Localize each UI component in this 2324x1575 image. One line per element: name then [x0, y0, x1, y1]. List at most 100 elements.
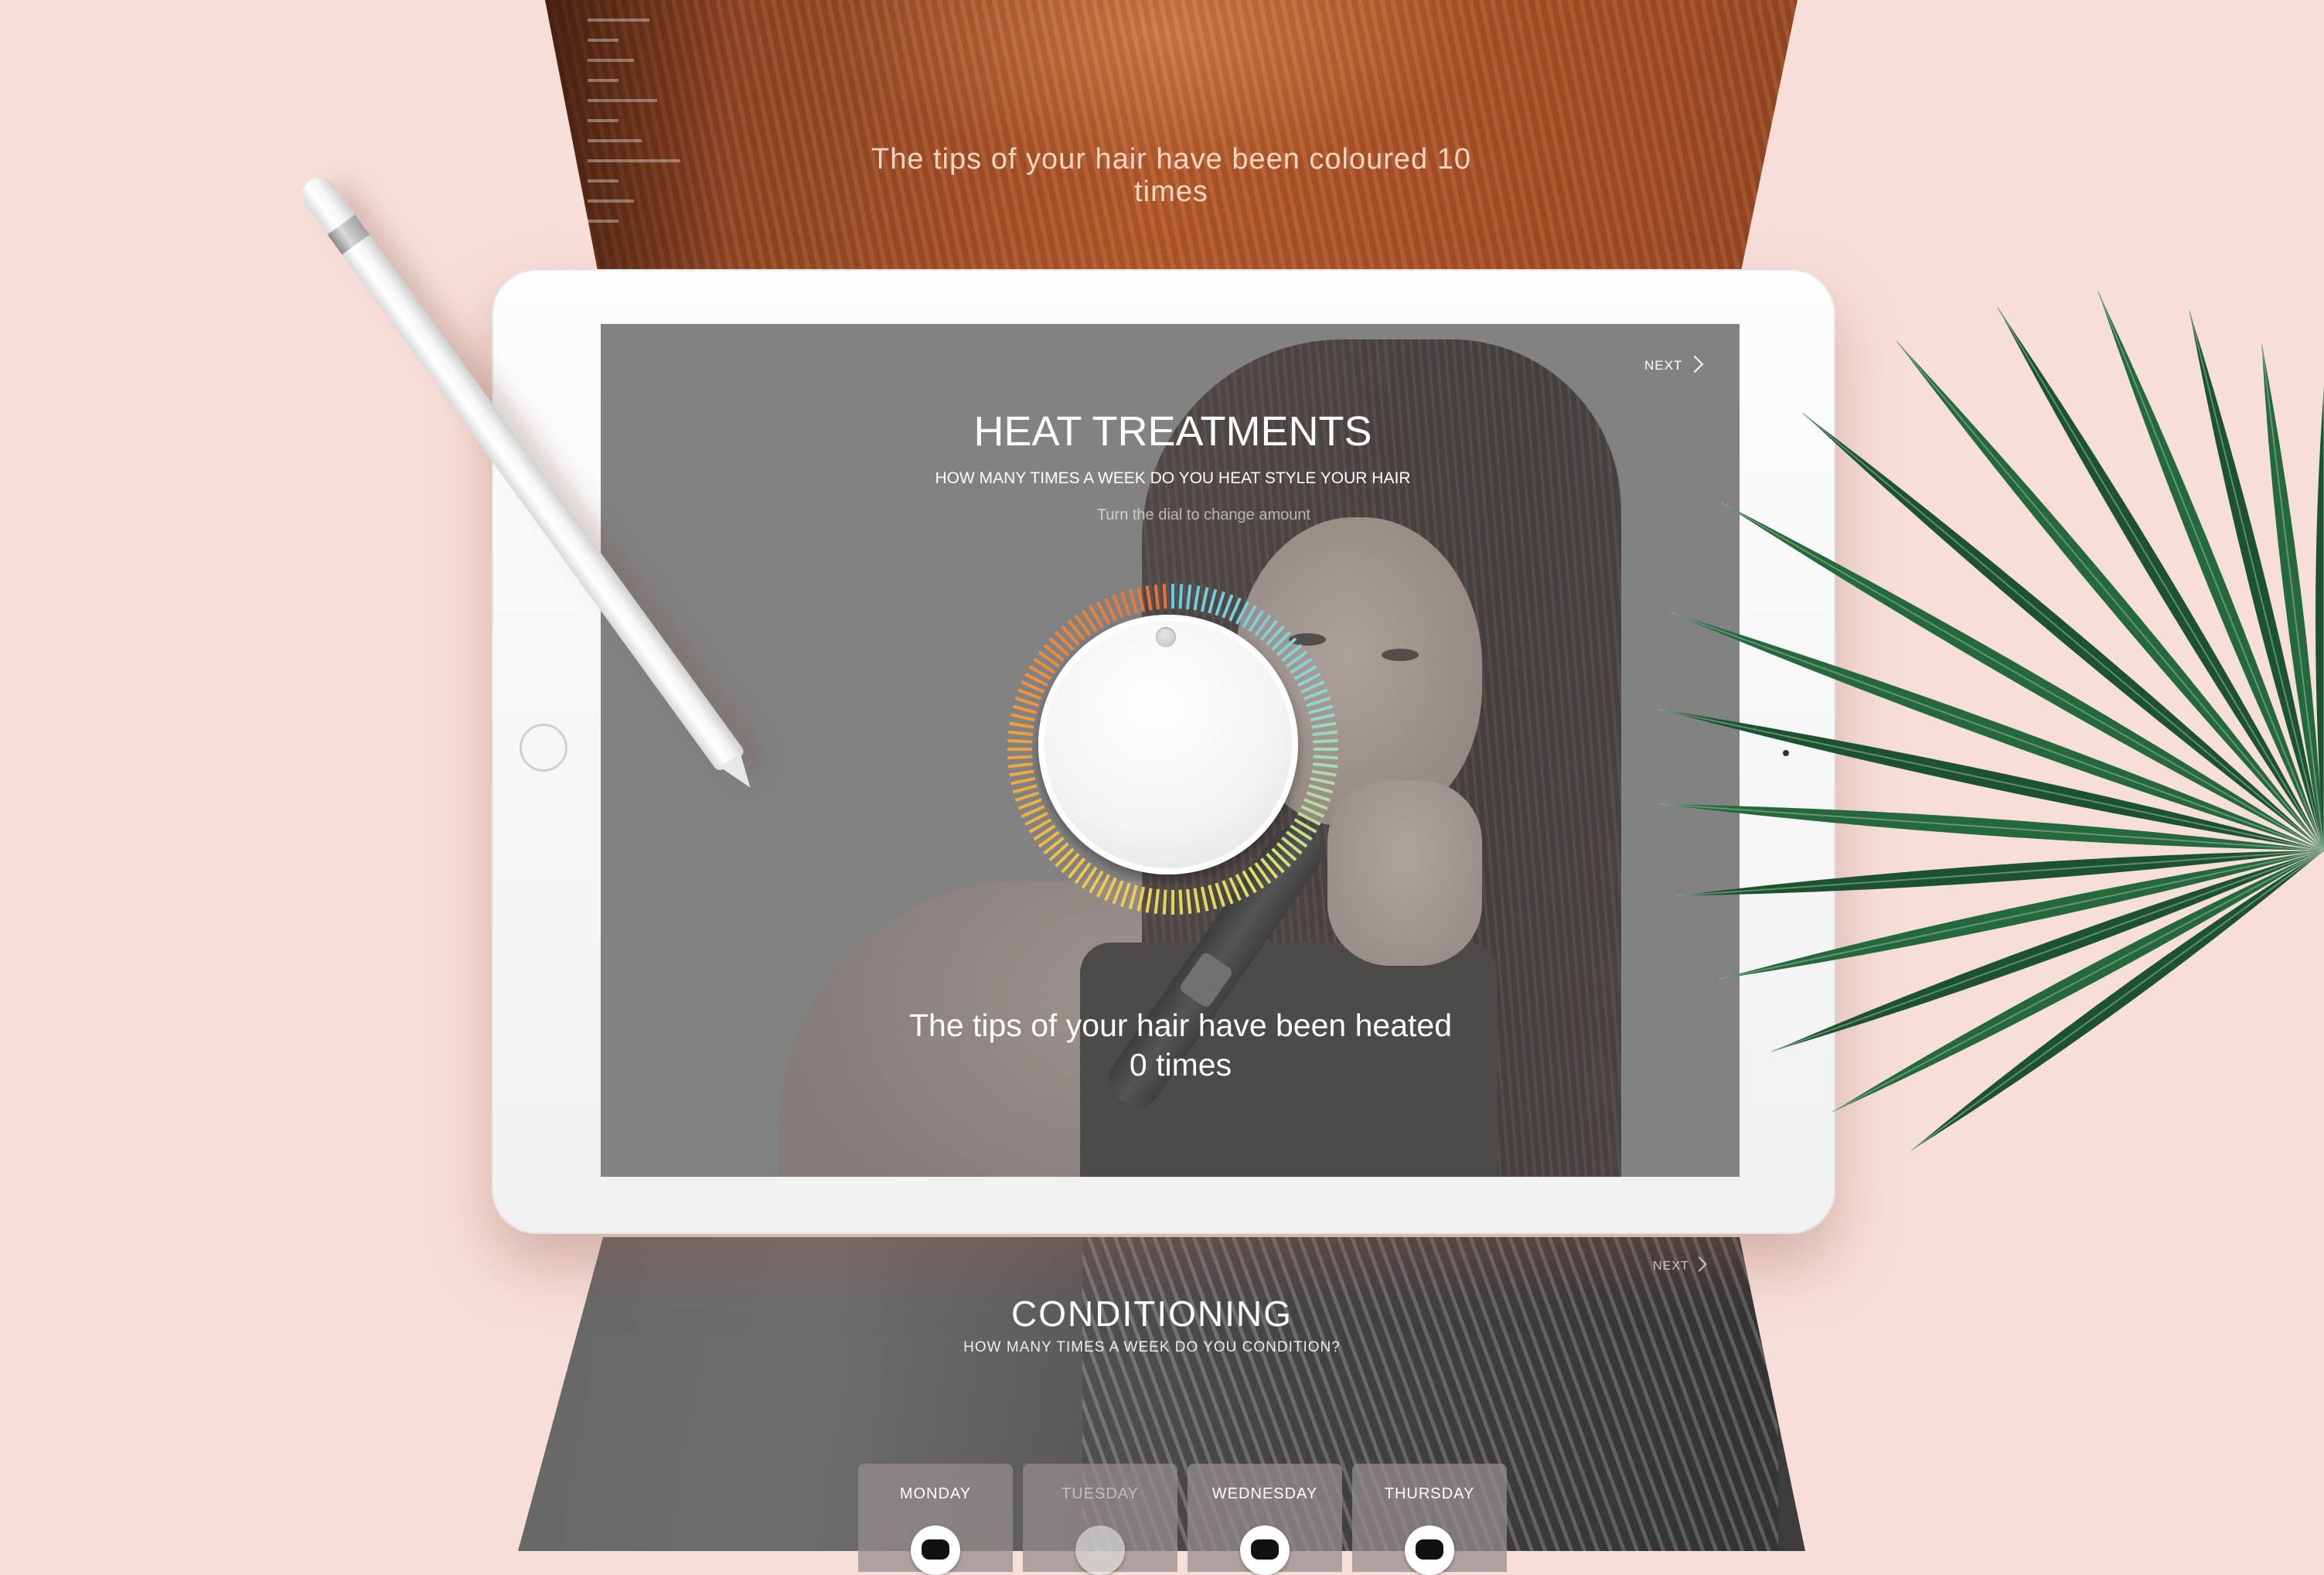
- dial-tick: [1200, 587, 1209, 612]
- dial-tick: [1119, 882, 1131, 908]
- previous-result-text: The tips of your hair have been coloured…: [871, 143, 1472, 208]
- dial-tick: [1162, 889, 1167, 915]
- dial-tick: [1310, 713, 1335, 722]
- dial-tick: [1215, 591, 1226, 616]
- toggle-knob[interactable]: [1075, 1526, 1125, 1575]
- dial-tick: [1007, 738, 1033, 744]
- dial-tick: [1215, 882, 1226, 908]
- dial-tick: [1308, 784, 1334, 794]
- dial-tick: [1313, 755, 1338, 760]
- palm-frond: [1997, 307, 2324, 851]
- dial-tick: [1112, 880, 1124, 905]
- page-title: HEAT TREATMENTS: [973, 408, 1372, 455]
- palm-frond: [2097, 291, 2324, 851]
- dial-tick: [1007, 755, 1033, 760]
- dial-tick: [1193, 585, 1201, 611]
- result-line-1: The tips of your hair have been heated: [908, 1007, 1453, 1043]
- palm-frond: [1771, 851, 2324, 1052]
- dial-tick: [1010, 713, 1036, 722]
- palm-rib: [1832, 850, 2324, 1113]
- dial-tick: [1012, 704, 1038, 714]
- dial-tick: [1303, 798, 1328, 810]
- dial-tick: [1014, 791, 1040, 803]
- dial-tick: [1007, 762, 1034, 769]
- toggle-knob[interactable]: [911, 1526, 960, 1575]
- palm-rib: [1910, 850, 2324, 1151]
- day-label: WEDNESDAY: [1211, 1485, 1318, 1502]
- dial-tick: [1313, 738, 1338, 744]
- dial-tick: [1007, 730, 1034, 736]
- home-button[interactable]: [520, 724, 567, 772]
- dial-tick: [1153, 584, 1160, 610]
- dial-tick: [1009, 721, 1034, 729]
- dial-tick: [1012, 784, 1038, 794]
- day-toggle-tuesday[interactable]: TUESDAY: [1023, 1464, 1177, 1575]
- dial-tick: [1009, 769, 1034, 777]
- dial-tick: [1128, 588, 1138, 614]
- day-toggle-thursday[interactable]: THURSDAY: [1352, 1464, 1507, 1575]
- dial-tick: [1312, 762, 1338, 769]
- tablet-screen: NEXT HEAT TREATMENTS HOW MANY TIMES A WE…: [601, 324, 1740, 1177]
- chevron-right-icon: [1691, 1256, 1707, 1272]
- pencil-band: [327, 214, 370, 255]
- palm-rib: [1996, 306, 2324, 851]
- conditioning-question: HOW MANY TIMES A WEEK DO YOU CONDITION?: [963, 1339, 1341, 1355]
- dial-tick: [1222, 880, 1234, 905]
- dial-tick: [1178, 584, 1184, 609]
- dial-tick: [1308, 704, 1334, 714]
- dial-tick: [1017, 688, 1042, 701]
- dial-tick: [1119, 591, 1131, 616]
- dial-tick: [1200, 886, 1209, 912]
- dial-tick: [1162, 584, 1167, 609]
- dial-tick: [1017, 798, 1042, 810]
- palm-rib: [2097, 291, 2324, 851]
- day-toggle-wednesday[interactable]: WEDNESDAY: [1188, 1464, 1342, 1575]
- conditioning-title: CONDITIONING: [1011, 1294, 1293, 1334]
- dial-ruler: [588, 8, 680, 240]
- day-toggle-monday[interactable]: MONDAY: [858, 1464, 1013, 1575]
- dial-tick: [1136, 886, 1146, 912]
- amount-dial[interactable]: [1038, 615, 1298, 874]
- dial-tick: [1311, 721, 1337, 729]
- dial-tick: [1303, 688, 1328, 701]
- toggle-knob[interactable]: [1240, 1526, 1290, 1575]
- palm-frond: [2315, 387, 2324, 851]
- day-label: MONDAY: [899, 1485, 972, 1502]
- palm-frond: [1832, 851, 2324, 1113]
- dial-tick: [1112, 594, 1124, 619]
- dial-tick: [1128, 885, 1138, 910]
- palm-rib: [1771, 850, 2324, 1052]
- palm-rib: [1896, 340, 2324, 851]
- palm-frond: [2261, 343, 2324, 851]
- palm-frond: [1896, 341, 2324, 851]
- dial-tick: [1311, 769, 1337, 777]
- dial-marker: [1156, 627, 1176, 647]
- result-text: The tips of your hair have been heated 0…: [833, 1006, 1528, 1085]
- dial-tick: [1306, 791, 1331, 803]
- dial-tick: [1014, 696, 1040, 707]
- toggle-knob[interactable]: [1405, 1526, 1454, 1575]
- palm-rib: [2261, 343, 2324, 851]
- dial-tick: [1145, 888, 1153, 913]
- palm-rib: [1802, 412, 2324, 851]
- camera-dot: [1783, 750, 1789, 756]
- dial-hint: Turn the dial to change amount: [1096, 506, 1311, 523]
- dial-tick: [1153, 888, 1160, 915]
- dial-tick: [1136, 587, 1146, 612]
- dial-tick: [1222, 594, 1234, 619]
- dial-tick: [1312, 730, 1338, 736]
- day-label: THURSDAY: [1384, 1485, 1475, 1502]
- dial-tick: [1010, 776, 1036, 786]
- dial-tick: [1208, 885, 1218, 910]
- dial-tick: [1178, 889, 1184, 915]
- palm-rib: [2188, 310, 2324, 851]
- next-link[interactable]: NEXT: [1644, 355, 1704, 373]
- dial-tick: [1306, 696, 1331, 707]
- dial-tick: [1145, 585, 1153, 611]
- palm-frond: [1802, 413, 2324, 851]
- dial-tick: [1310, 776, 1335, 786]
- dial-tick: [1193, 888, 1201, 913]
- conditioning-next-link[interactable]: NEXT: [1653, 1256, 1707, 1273]
- day-label: TUESDAY: [1061, 1485, 1139, 1502]
- dial-tick: [1208, 588, 1218, 614]
